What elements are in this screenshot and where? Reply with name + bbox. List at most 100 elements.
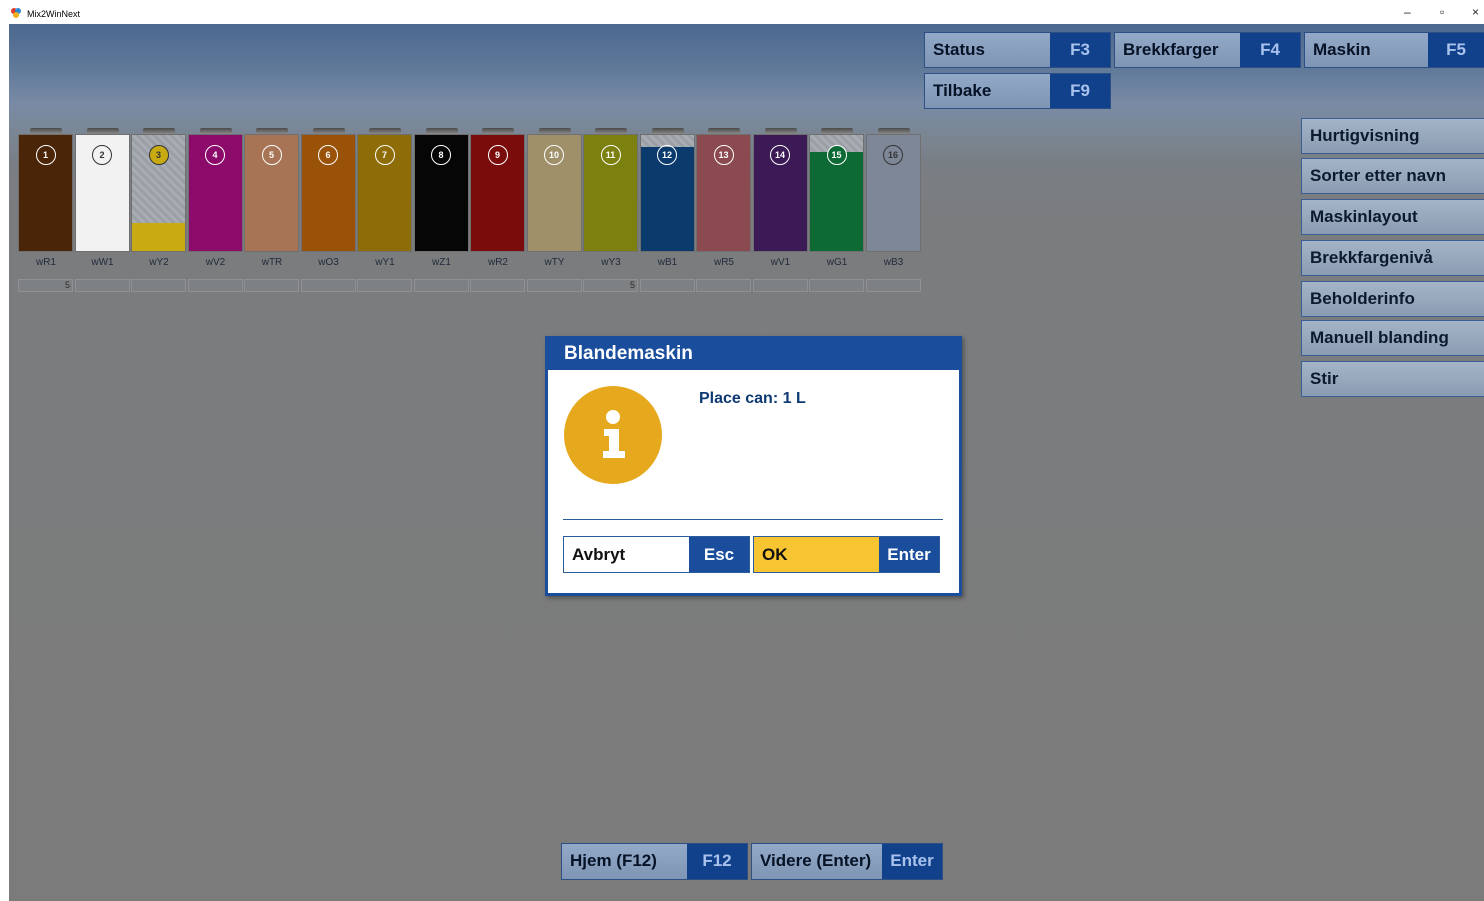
- app-logo-icon: [11, 8, 21, 18]
- canister-label: wY3: [601, 257, 621, 268]
- canister-amount: [809, 279, 864, 292]
- brekkfarger-button[interactable]: Brekkfarger F4: [1114, 32, 1301, 68]
- canister-label: wW1: [91, 257, 114, 268]
- canister-3[interactable]: 3: [131, 134, 186, 252]
- canister-2[interactable]: 2: [74, 134, 130, 252]
- canister-amount: [526, 279, 582, 292]
- canister-fill: [132, 223, 185, 251]
- esc-key: Esc: [689, 537, 749, 572]
- dialog-body: Place can: 1 L Avbryt Esc OK Enter: [548, 370, 959, 593]
- canister-5[interactable]: 5: [244, 134, 299, 252]
- window-title: Mix2WinNext: [27, 9, 81, 19]
- canister-6[interactable]: 6: [300, 134, 356, 252]
- maskin-key: F5: [1428, 33, 1484, 67]
- canister-15[interactable]: 15: [809, 134, 864, 252]
- canister-13[interactable]: 13: [696, 134, 751, 252]
- maskin-button-label: Maskin: [1305, 33, 1428, 67]
- minimize-button[interactable]: –: [1404, 5, 1411, 19]
- manuell-blanding-button[interactable]: Manuell blanding: [1301, 320, 1484, 356]
- beholderinfo-button[interactable]: Beholderinfo: [1301, 281, 1484, 317]
- close-button[interactable]: ×: [1472, 5, 1479, 19]
- canister-label: wY2: [149, 257, 169, 268]
- enter-key: Enter: [879, 537, 939, 572]
- videre-key: Enter: [882, 844, 942, 879]
- canister-label: wR5: [713, 257, 734, 268]
- canister-amount: [300, 279, 356, 292]
- tilbake-button-label: Tilbake: [925, 74, 1050, 108]
- maskin-button[interactable]: Maskin F5: [1304, 32, 1484, 68]
- canister-label: wZ1: [432, 257, 451, 268]
- canister-9[interactable]: 9: [470, 134, 525, 252]
- canister-number: 11: [600, 145, 621, 165]
- canister-amount: [696, 279, 751, 292]
- info-icon: [564, 386, 662, 484]
- canister-number: 13: [713, 145, 734, 165]
- canister-number: 8: [431, 145, 451, 165]
- canister-label: wV2: [205, 257, 226, 268]
- tilbake-button[interactable]: Tilbake F9: [924, 73, 1111, 109]
- canister-number: 16: [883, 145, 903, 165]
- restore-button[interactable]: ▫: [1440, 5, 1444, 19]
- canister-number: 4: [205, 145, 225, 165]
- brekkfarger-button-label: Brekkfarger: [1115, 33, 1240, 67]
- canister-number: 6: [318, 145, 338, 165]
- hurtigvisning-button[interactable]: Hurtigvisning: [1301, 118, 1484, 154]
- ok-label: OK: [762, 545, 788, 564]
- canister-label: wR1: [35, 257, 56, 268]
- canister-amount: [187, 279, 243, 292]
- brekkfarger-key: F4: [1240, 33, 1300, 67]
- tilbake-key: F9: [1050, 74, 1110, 108]
- dialog-title: Blandemaskin: [564, 343, 693, 364]
- hjem-key: F12: [687, 844, 747, 879]
- brekkfargeniva-button[interactable]: Brekkfargenivå: [1301, 240, 1484, 276]
- canister-label: wY1: [375, 257, 395, 268]
- canister-number: 5: [261, 145, 282, 165]
- canister-label: wV1: [770, 257, 791, 268]
- canister-number: 9: [487, 145, 508, 165]
- canister-14[interactable]: 14: [752, 134, 808, 252]
- videre-button-label: Videre (Enter): [752, 844, 882, 879]
- window-title-bar: Mix2WinNext – ▫ ×: [0, 0, 1484, 24]
- avbryt-button[interactable]: Avbryt Esc: [563, 536, 750, 573]
- maskinlayout-button[interactable]: Maskinlayout: [1301, 199, 1484, 235]
- blandemaskin-dialog: Blandemaskin Place can: 1 L Avbryt Esc O…: [545, 336, 962, 596]
- canister-amount: 5: [18, 279, 73, 292]
- videre-button[interactable]: Videre (Enter) Enter: [751, 843, 943, 880]
- canister-number: 3: [148, 145, 169, 165]
- canister-number: 10: [544, 145, 564, 165]
- canister-label: wTR: [261, 257, 283, 268]
- canister-number: 1: [35, 145, 56, 165]
- status-button[interactable]: Status F3: [924, 32, 1111, 68]
- stir-button[interactable]: Stir: [1301, 361, 1484, 397]
- ok-button[interactable]: OK Enter: [753, 536, 940, 573]
- status-button-label: Status: [925, 33, 1050, 67]
- canister-number: 14: [770, 145, 790, 165]
- canister-number: 12: [657, 145, 677, 165]
- canister-number: 2: [92, 145, 112, 165]
- canister-label: wB3: [883, 257, 904, 268]
- canister-12[interactable]: 12: [639, 134, 695, 252]
- canister-11[interactable]: 11: [583, 134, 638, 252]
- canister-4[interactable]: 4: [187, 134, 243, 252]
- dialog-message: Place can: 1 L: [699, 390, 806, 407]
- canister-amount: [413, 279, 469, 292]
- canister-1[interactable]: 1: [18, 134, 73, 252]
- sorter-etter-navn-button[interactable]: Sorter etter navn: [1301, 158, 1484, 194]
- canister-8[interactable]: 8: [413, 134, 469, 252]
- canister-amount: [357, 279, 412, 292]
- canister-amount: [244, 279, 299, 292]
- canister-label: wO3: [318, 257, 339, 268]
- canister-16[interactable]: 16: [865, 134, 921, 252]
- canister-amount: [74, 279, 130, 292]
- canister-10[interactable]: 10: [526, 134, 582, 252]
- canister-number: 7: [374, 145, 395, 165]
- canister-7[interactable]: 7: [357, 134, 412, 252]
- dialog-separator: [563, 519, 943, 520]
- canister-label: wB1: [657, 257, 678, 268]
- canister-label: wR2: [487, 257, 508, 268]
- avbryt-label: Avbryt: [572, 545, 626, 564]
- canister-label: wTY: [544, 257, 565, 268]
- canister-fill: [810, 152, 863, 251]
- canister-amount: [470, 279, 525, 292]
- hjem-button[interactable]: Hjem (F12) F12: [561, 843, 748, 880]
